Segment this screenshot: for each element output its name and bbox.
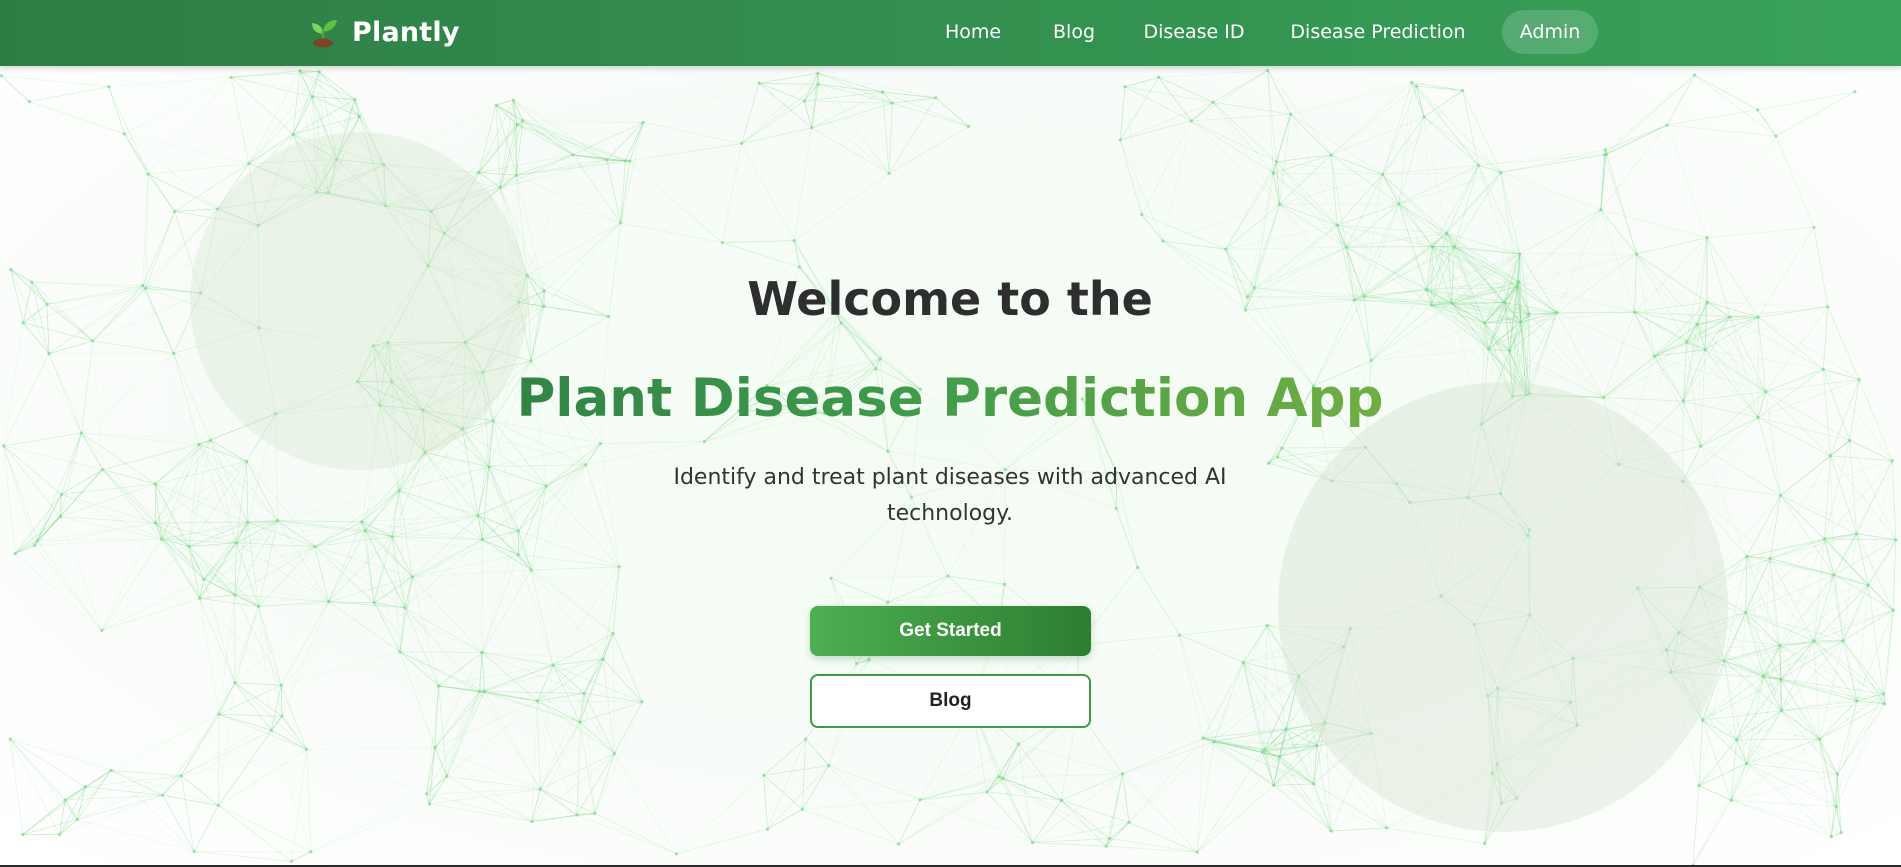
nav-home-link[interactable]: Home <box>935 10 1011 54</box>
nav-disease-prediction-link[interactable]: Disease Prediction <box>1285 10 1471 54</box>
blog-button[interactable]: Blog <box>810 674 1091 728</box>
welcome-heading: Welcome to the <box>747 272 1153 326</box>
navbar: Plantly Home Blog Disease ID Disease Pre… <box>0 0 1901 66</box>
nav-blog-link[interactable]: Blog <box>1045 10 1103 54</box>
nav-admin-link[interactable]: Admin <box>1502 10 1598 54</box>
seedling-icon <box>312 20 337 48</box>
app-title: Plant Disease Prediction App <box>400 368 1500 429</box>
decorative-circle-right <box>1278 382 1728 832</box>
hero-subtitle: Identify and treat plant diseases with a… <box>673 465 1227 526</box>
hero-section: Welcome to the Plant Disease Prediction … <box>0 66 1901 867</box>
brand-logo[interactable]: Plantly <box>306 14 460 50</box>
brand-name: Plantly <box>352 16 460 48</box>
nav-disease-id-link[interactable]: Disease ID <box>1136 10 1252 54</box>
get-started-button[interactable]: Get Started <box>810 606 1091 656</box>
